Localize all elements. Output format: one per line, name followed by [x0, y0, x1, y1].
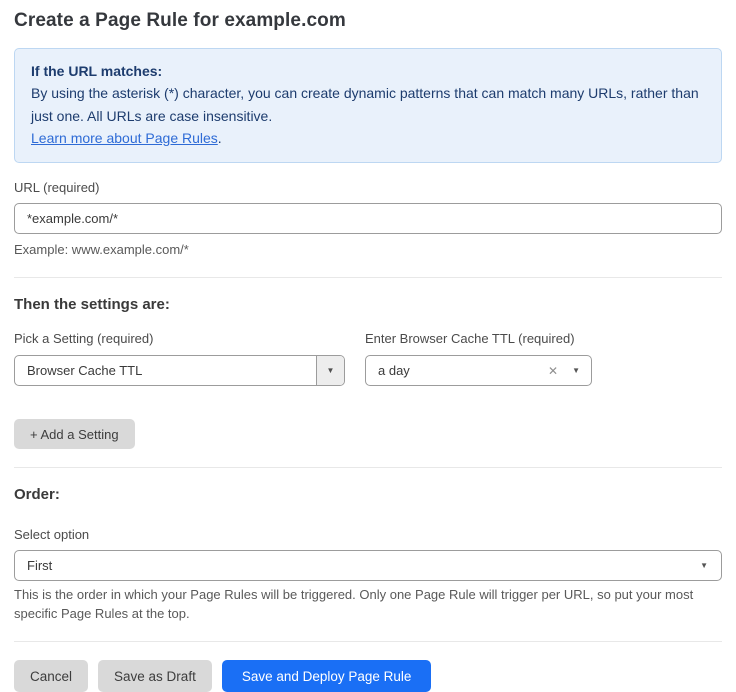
setting-picker-group: Pick a Setting (required) Browser Cache … [14, 331, 345, 386]
url-field-label: URL (required) [14, 180, 722, 195]
page-rule-form: Create a Page Rule for example.com If th… [0, 0, 736, 692]
save-as-draft-button[interactable]: Save as Draft [98, 660, 212, 692]
info-box-heading: If the URL matches: [31, 60, 705, 82]
setting-picker-select[interactable]: Browser Cache TTL ▼ [14, 355, 345, 386]
order-select[interactable]: First ▼ [14, 550, 722, 581]
ttl-picker-label: Enter Browser Cache TTL (required) [365, 331, 592, 346]
divider [14, 641, 722, 642]
clear-icon[interactable]: ✕ [548, 364, 558, 378]
divider [14, 277, 722, 278]
ttl-picker-select[interactable]: a day ✕ ▼ [365, 355, 592, 386]
page-title: Create a Page Rule for example.com [14, 10, 722, 32]
setting-picker-caret-button[interactable]: ▼ [316, 356, 344, 385]
order-helper-text: This is the order in which your Page Rul… [14, 586, 722, 624]
order-section-heading: Order: [14, 486, 722, 503]
cancel-button[interactable]: Cancel [14, 660, 88, 692]
url-field-helper: Example: www.example.com/* [14, 241, 722, 260]
save-and-deploy-button[interactable]: Save and Deploy Page Rule [222, 660, 432, 692]
url-match-info-box: If the URL matches: By using the asteris… [14, 48, 722, 163]
add-setting-button[interactable]: + Add a Setting [14, 419, 135, 449]
ttl-picker-value: a day [366, 363, 548, 378]
chevron-down-icon[interactable]: ▼ [572, 366, 580, 375]
order-select-label: Select option [14, 527, 722, 542]
settings-row: Pick a Setting (required) Browser Cache … [14, 331, 722, 386]
order-select-value: First [15, 558, 721, 573]
footer-actions: Cancel Save as Draft Save and Deploy Pag… [14, 660, 722, 692]
chevron-down-icon: ▼ [700, 561, 708, 570]
learn-more-link[interactable]: Learn more about Page Rules [31, 130, 218, 146]
info-box-link-line: Learn more about Page Rules. [31, 127, 705, 149]
divider [14, 467, 722, 468]
settings-section-heading: Then the settings are: [14, 296, 722, 313]
ttl-picker-group: Enter Browser Cache TTL (required) a day… [365, 331, 592, 386]
link-suffix: . [218, 130, 222, 146]
url-input[interactable] [14, 203, 722, 234]
chevron-down-icon: ▼ [327, 366, 335, 375]
setting-picker-label: Pick a Setting (required) [14, 331, 345, 346]
setting-picker-value: Browser Cache TTL [15, 363, 316, 378]
info-box-body: By using the asterisk (*) character, you… [31, 82, 705, 127]
